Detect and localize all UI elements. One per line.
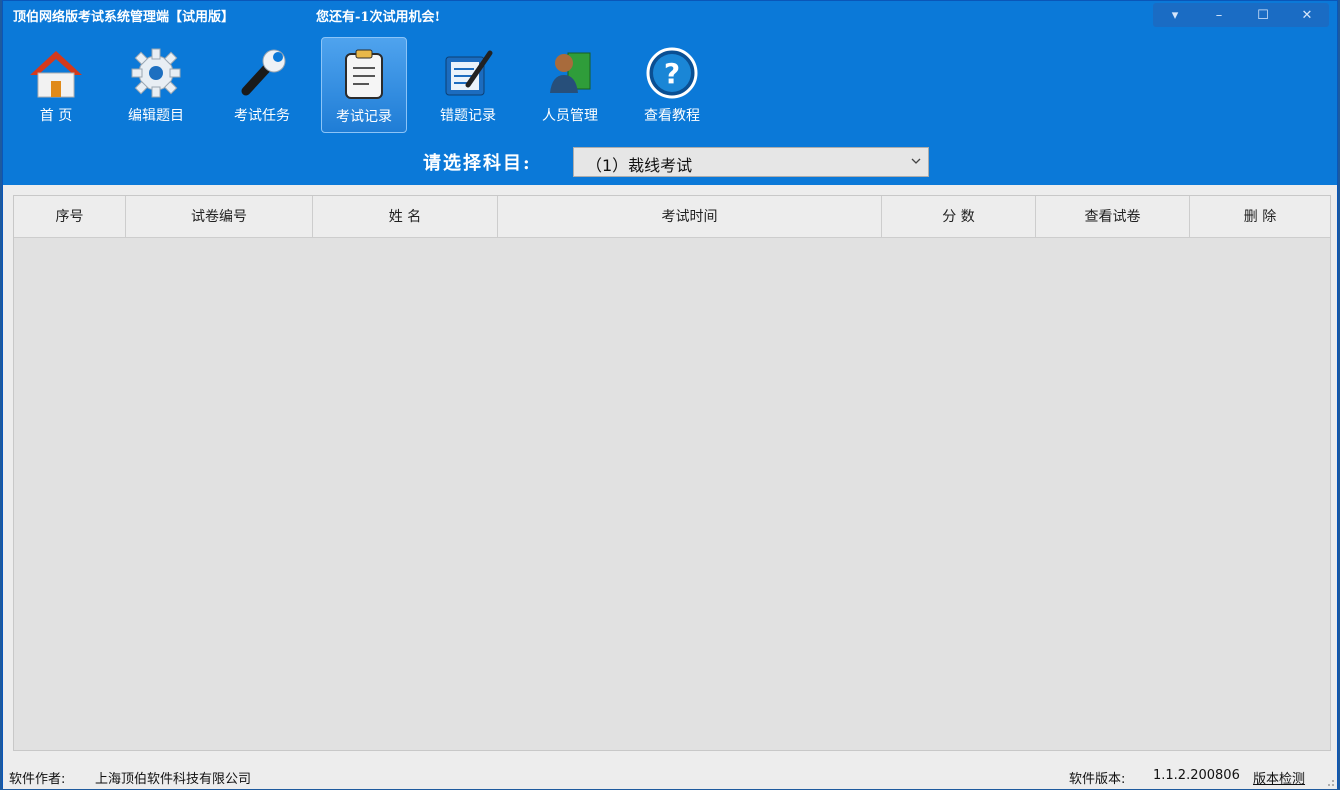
resize-grip-icon[interactable] [1323,775,1335,787]
toolbar-edit-questions-label: 编辑题目 [128,108,184,124]
header-band: 顶伯网络版考试系统管理端【试用版】 您还有-1次试用机会! ▾ – ☐ ✕ 首 … [3,1,1337,185]
author-value: 上海顶伯软件科技有限公司 [95,772,252,787]
window-controls: ▾ – ☐ ✕ [1153,3,1329,27]
column-header-delete[interactable]: 删 除 [1190,196,1330,238]
column-header-paper-id[interactable]: 试卷编号 [126,196,313,238]
toolbar-home-button[interactable]: 首 页 [13,37,99,133]
column-header-score[interactable]: 分 数 [882,196,1036,238]
toolbar-exam-records-label: 考试记录 [336,109,392,125]
subject-label: 请选择科目: [423,153,532,174]
toolbar-exam-records-button[interactable]: 考试记录 [321,37,407,133]
column-header-name[interactable]: 姓 名 [313,196,498,238]
gear-icon [131,48,181,98]
toolbar-wrong-questions-button[interactable]: 错题记录 [425,37,511,133]
toolbar-tutorial-button[interactable]: ? 查看教程 [629,37,715,133]
chevron-down-icon [911,158,921,164]
subject-select-value: （1）裁线考试 [586,156,693,175]
toolbar-personnel-label: 人员管理 [542,108,598,124]
author-label: 软件作者: [9,772,66,787]
column-header-view-paper[interactable]: 查看试卷 [1036,196,1190,238]
toolbar-wrong-questions-label: 错题记录 [440,108,496,124]
notebook-pen-icon [445,50,493,96]
subject-select[interactable]: （1）裁线考试 [573,147,929,177]
maximize-button[interactable]: ☐ [1241,3,1285,27]
help-icon: ? [646,47,698,99]
home-icon [30,51,82,98]
version-value: 1.1.2.200806 [1153,768,1240,783]
toolbar-home-label: 首 页 [39,108,73,124]
minimize-button[interactable]: – [1197,3,1241,27]
app-window: 顶伯网络版考试系统管理端【试用版】 您还有-1次试用机会! ▾ – ☐ ✕ 首 … [2,0,1338,789]
clipboard-icon [345,49,383,99]
wrench-icon [241,49,286,96]
column-header-index[interactable]: 序号 [14,196,126,238]
svg-text:?: ? [664,57,680,90]
table-header: 序号 试卷编号 姓 名 考试时间 分 数 查看试卷 删 除 [14,196,1330,238]
toolbar-personnel-button[interactable]: 人员管理 [527,37,613,133]
window-menu-button[interactable]: ▾ [1153,3,1197,27]
version-check-link[interactable]: 版本检测 [1253,768,1305,787]
toolbar-tutorial-label: 查看教程 [644,108,700,124]
person-book-icon [550,52,591,93]
version-label: 软件版本: [1069,772,1126,787]
toolbar-exam-tasks-label: 考试任务 [234,108,290,124]
window-title: 顶伯网络版考试系统管理端【试用版】 [13,10,235,25]
toolbar-exam-tasks-button[interactable]: 考试任务 [219,37,305,133]
status-bar: 软件作者: 上海顶伯软件科技有限公司 软件版本: 1.1.2.200806 版本… [3,763,1337,789]
trial-notice: 您还有-1次试用机会! [316,10,441,25]
close-button[interactable]: ✕ [1285,3,1329,27]
main-toolbar: 首 页 编辑题目 考试任务 考试记录 错题记录 人员管理 ? 查看教程 [13,37,733,135]
toolbar-edit-questions-button[interactable]: 编辑题目 [113,37,199,133]
records-table[interactable]: 序号 试卷编号 姓 名 考试时间 分 数 查看试卷 删 除 [13,195,1331,751]
column-header-exam-time[interactable]: 考试时间 [498,196,882,238]
